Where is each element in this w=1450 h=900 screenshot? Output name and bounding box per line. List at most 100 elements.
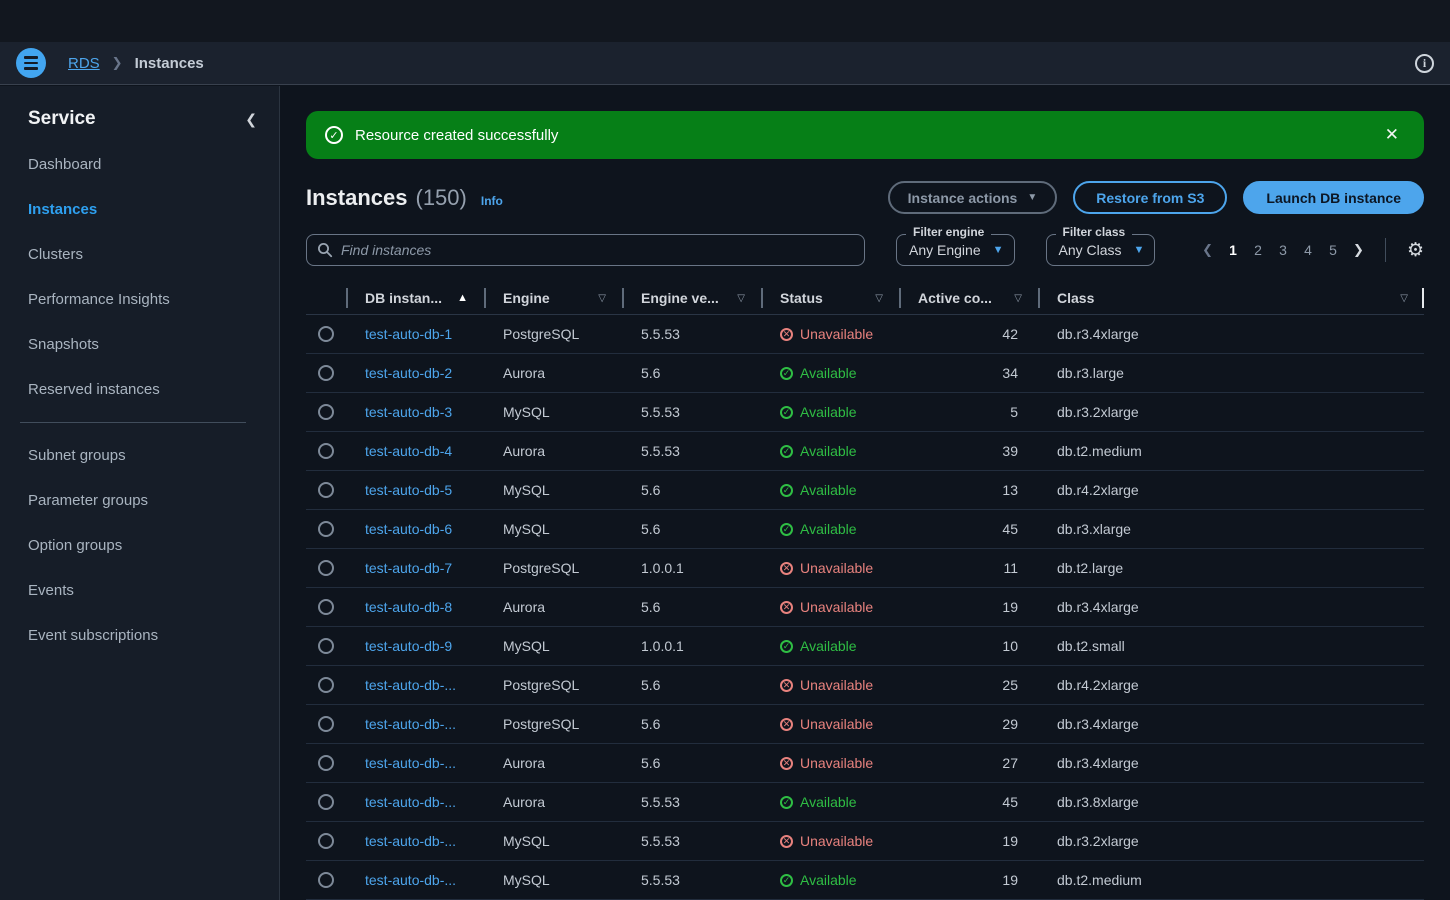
hamburger-menu-icon[interactable] [16, 48, 46, 78]
row-select-radio[interactable] [318, 716, 334, 732]
breadcrumb-rds-link[interactable]: RDS [68, 55, 100, 72]
row-select-radio[interactable] [318, 521, 334, 537]
status-available-icon: ✓ [780, 445, 793, 458]
row-select-radio[interactable] [318, 755, 334, 771]
row-select-radio[interactable] [318, 599, 334, 615]
column-header-active-connections[interactable]: Active co... ▽ [899, 281, 1038, 315]
db-instance-link[interactable]: test-auto-db-7 [365, 560, 452, 576]
row-select-radio[interactable] [318, 677, 334, 693]
engine-version-cell: 5.5.53 [622, 326, 761, 342]
engine-version-cell: 5.5.53 [622, 794, 761, 810]
row-select-cell [306, 521, 346, 537]
row-select-radio[interactable] [318, 443, 334, 459]
column-header-engine-version[interactable]: Engine ve... ▽ [622, 281, 761, 315]
page-number-2[interactable]: 2 [1253, 242, 1263, 258]
row-select-radio[interactable] [318, 560, 334, 576]
active-connections-cell: 19 [899, 599, 1038, 615]
instance-count: (150) [416, 185, 467, 211]
db-instance-link[interactable]: test-auto-db-... [365, 755, 456, 771]
pagination-previous-icon[interactable]: ❮ [1202, 242, 1213, 258]
sort-ascending-icon[interactable]: ▲ [457, 292, 484, 304]
sidebar-item-reserved-instances[interactable]: Reserved instances [28, 381, 279, 398]
db-instance-link[interactable]: test-auto-db-2 [365, 365, 452, 381]
info-link[interactable]: Info [481, 194, 503, 208]
row-select-radio[interactable] [318, 365, 334, 381]
sidebar-collapse-icon[interactable]: ❮ [245, 111, 257, 128]
page-number-4[interactable]: 4 [1303, 242, 1313, 258]
page-number-3[interactable]: 3 [1278, 242, 1288, 258]
launch-db-instance-button[interactable]: Launch DB instance [1243, 181, 1424, 214]
db-instance-link[interactable]: test-auto-db-3 [365, 404, 452, 420]
sidebar-item-events[interactable]: Events [28, 582, 279, 599]
settings-gear-icon[interactable]: ⚙ [1407, 239, 1424, 262]
db-instance-link[interactable]: test-auto-db-9 [365, 638, 452, 654]
sort-icon[interactable]: ▽ [1014, 293, 1038, 304]
search-input[interactable] [341, 242, 854, 258]
engine-cell: MySQL [484, 638, 622, 654]
row-select-radio[interactable] [318, 638, 334, 654]
sidebar-item-dashboard[interactable]: Dashboard [28, 156, 279, 173]
row-select-radio[interactable] [318, 482, 334, 498]
column-header-engine[interactable]: Engine ▽ [484, 281, 622, 315]
status-text: Available [800, 482, 857, 498]
active-connections-cell: 11 [899, 560, 1038, 576]
sort-icon[interactable]: ▽ [737, 293, 761, 304]
active-connections-cell: 27 [899, 755, 1038, 771]
db-instance-link[interactable]: test-auto-db-... [365, 677, 456, 693]
db-instance-link[interactable]: test-auto-db-8 [365, 599, 452, 615]
sidebar-item-snapshots[interactable]: Snapshots [28, 336, 279, 353]
table-row: test-auto-db-...PostgreSQL5.6✕Unavailabl… [306, 705, 1424, 744]
sidebar-item-clusters[interactable]: Clusters [28, 246, 279, 263]
row-select-radio[interactable] [318, 833, 334, 849]
page-number-5[interactable]: 5 [1328, 242, 1338, 258]
db-instance-cell: test-auto-db-2 [346, 365, 484, 381]
sidebar-item-instances[interactable]: Instances [28, 201, 279, 218]
db-instance-link[interactable]: test-auto-db-... [365, 794, 456, 810]
status-cell: ✓Available [761, 872, 899, 888]
row-select-cell [306, 755, 346, 771]
sort-icon[interactable]: ▽ [1400, 293, 1424, 304]
status-text: Available [800, 872, 857, 888]
column-header-db-instance[interactable]: DB instan... ▲ [346, 281, 484, 315]
sort-icon[interactable]: ▽ [875, 293, 899, 304]
instance-actions-button[interactable]: Instance actions ▼ [888, 181, 1058, 214]
info-icon[interactable]: i [1415, 54, 1434, 73]
success-banner-message: Resource created successfully [355, 127, 558, 144]
sidebar-item-option-groups[interactable]: Option groups [28, 537, 279, 554]
db-instance-cell: test-auto-db-... [346, 794, 484, 810]
sidebar-item-parameter-groups[interactable]: Parameter groups [28, 492, 279, 509]
status-unavailable-icon: ✕ [780, 757, 793, 770]
sort-icon[interactable]: ▽ [598, 293, 622, 304]
sidebar-item-performance-insights[interactable]: Performance Insights [28, 291, 279, 308]
active-connections-cell: 19 [899, 872, 1038, 888]
db-instance-link[interactable]: test-auto-db-6 [365, 521, 452, 537]
breadcrumb: RDS ❯ Instances [68, 55, 204, 72]
pagination-next-icon[interactable]: ❯ [1353, 242, 1364, 258]
status-text: Available [800, 365, 857, 381]
db-instance-link[interactable]: test-auto-db-5 [365, 482, 452, 498]
main-content: ✓ Resource created successfully ✕ Instan… [281, 86, 1450, 900]
db-instance-link[interactable]: test-auto-db-... [365, 716, 456, 732]
sidebar-item-event-subscriptions[interactable]: Event subscriptions [28, 627, 279, 644]
row-select-radio[interactable] [318, 794, 334, 810]
row-select-cell [306, 482, 346, 498]
db-instance-link[interactable]: test-auto-db-4 [365, 443, 452, 459]
column-header-status[interactable]: Status ▽ [761, 281, 899, 315]
row-select-radio[interactable] [318, 872, 334, 888]
page-number-1[interactable]: 1 [1228, 242, 1238, 258]
class-cell: db.r3.4xlarge [1038, 599, 1424, 615]
db-instance-link[interactable]: test-auto-db-1 [365, 326, 452, 342]
db-instance-link[interactable]: test-auto-db-... [365, 833, 456, 849]
sidebar: Service ❮ Dashboard Instances Clusters P… [0, 86, 280, 900]
class-cell: db.r4.2xlarge [1038, 482, 1424, 498]
row-select-radio[interactable] [318, 404, 334, 420]
row-select-radio[interactable] [318, 326, 334, 342]
status-text: Available [800, 521, 857, 537]
close-icon[interactable]: ✕ [1379, 121, 1405, 149]
column-header-class[interactable]: Class ▽ [1038, 281, 1424, 315]
sidebar-item-subnet-groups[interactable]: Subnet groups [28, 447, 279, 464]
restore-from-s3-button[interactable]: Restore from S3 [1073, 181, 1227, 214]
db-instance-link[interactable]: test-auto-db-... [365, 872, 456, 888]
row-select-cell [306, 677, 346, 693]
top-navigation-bar: RDS ❯ Instances i [0, 42, 1450, 85]
